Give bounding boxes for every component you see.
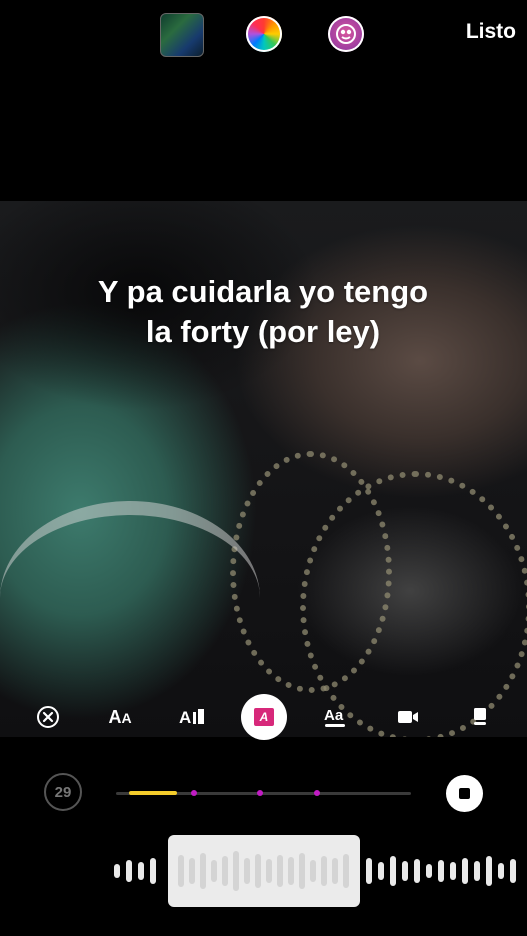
waveform-bar: [277, 855, 283, 887]
svg-text:Aa: Aa: [324, 707, 344, 724]
waveform-bar: [178, 855, 184, 887]
close-circle-icon: [37, 706, 59, 728]
waveform-bar: [486, 856, 492, 886]
waveform-bar: [266, 859, 272, 883]
waveform-bar: [255, 854, 261, 888]
waveform-bar: [390, 856, 396, 886]
audio-waveform-scrubber[interactable]: [0, 832, 527, 910]
waveform-bar: [414, 859, 420, 883]
color-picker-button[interactable]: [246, 16, 282, 52]
stop-icon: [459, 788, 470, 799]
waveform-bar: [402, 861, 408, 881]
waveform-bar: [310, 860, 316, 882]
clip-selector-handle[interactable]: [168, 835, 360, 907]
waveform-bar: [498, 863, 504, 879]
face-effect-icon: [336, 24, 356, 44]
waveform-bar: [233, 851, 239, 891]
waveform-bar: [378, 862, 384, 880]
waveform-bar: [150, 858, 156, 884]
placement-button[interactable]: [457, 694, 503, 740]
waveform-bar: [462, 858, 468, 884]
lyric-marker: [191, 790, 197, 796]
lyrics-style-button[interactable]: A: [241, 694, 287, 740]
waveform-bar: [138, 862, 144, 880]
waveform-bar: [438, 860, 444, 882]
text-style-button[interactable]: A: [170, 694, 216, 740]
stop-button[interactable]: [446, 775, 483, 812]
waveform-bar: [189, 858, 195, 884]
lyrics-caption[interactable]: Y pa cuidarla yo tengo la forty (por ley…: [88, 272, 438, 352]
waveform-bar: [222, 856, 228, 886]
top-bar: Listo: [0, 0, 527, 70]
waveform-bar: [114, 864, 120, 878]
text-style-icon: A: [179, 708, 204, 727]
duration-badge[interactable]: 29: [44, 773, 82, 811]
video-camera-icon: [398, 711, 418, 723]
waveform-bar: [299, 853, 305, 889]
waveform-bar: [366, 858, 372, 884]
text-size-icon: AA: [108, 706, 132, 727]
waveform-bar: [244, 858, 250, 884]
lyrics-style-icon: A: [254, 708, 274, 726]
video-button[interactable]: [385, 694, 431, 740]
jacket-collar: [0, 501, 260, 695]
waveform-bar: [450, 862, 456, 880]
progress-fill: [129, 791, 177, 795]
waveform-bar: [474, 861, 480, 881]
lyric-marker: [257, 790, 263, 796]
done-button[interactable]: Listo: [466, 20, 516, 44]
text-tools-bar: AA A A Aa: [0, 694, 527, 740]
timeline: 29: [0, 770, 527, 818]
text-size-button[interactable]: AA: [97, 694, 143, 740]
remove-lyrics-button[interactable]: [25, 694, 71, 740]
waveform-bar: [211, 860, 217, 882]
effect-button[interactable]: [328, 16, 364, 52]
waveform-bar: [126, 860, 132, 882]
waveform-bar: [288, 857, 294, 885]
placement-icon: [474, 708, 486, 725]
waveform-bar: [426, 864, 432, 878]
svg-text:A: A: [179, 708, 191, 727]
font-button[interactable]: Aa: [313, 694, 359, 740]
waveform-bar: [332, 858, 338, 884]
progress-track[interactable]: [116, 790, 411, 796]
waveform-bar: [343, 854, 349, 888]
lyric-marker: [314, 790, 320, 796]
waveform-bar: [200, 853, 206, 889]
font-icon: Aa: [324, 707, 345, 727]
waveform-bar: [321, 856, 327, 886]
waveform-bar: [510, 859, 516, 883]
album-cover-thumbnail[interactable]: [160, 13, 204, 57]
